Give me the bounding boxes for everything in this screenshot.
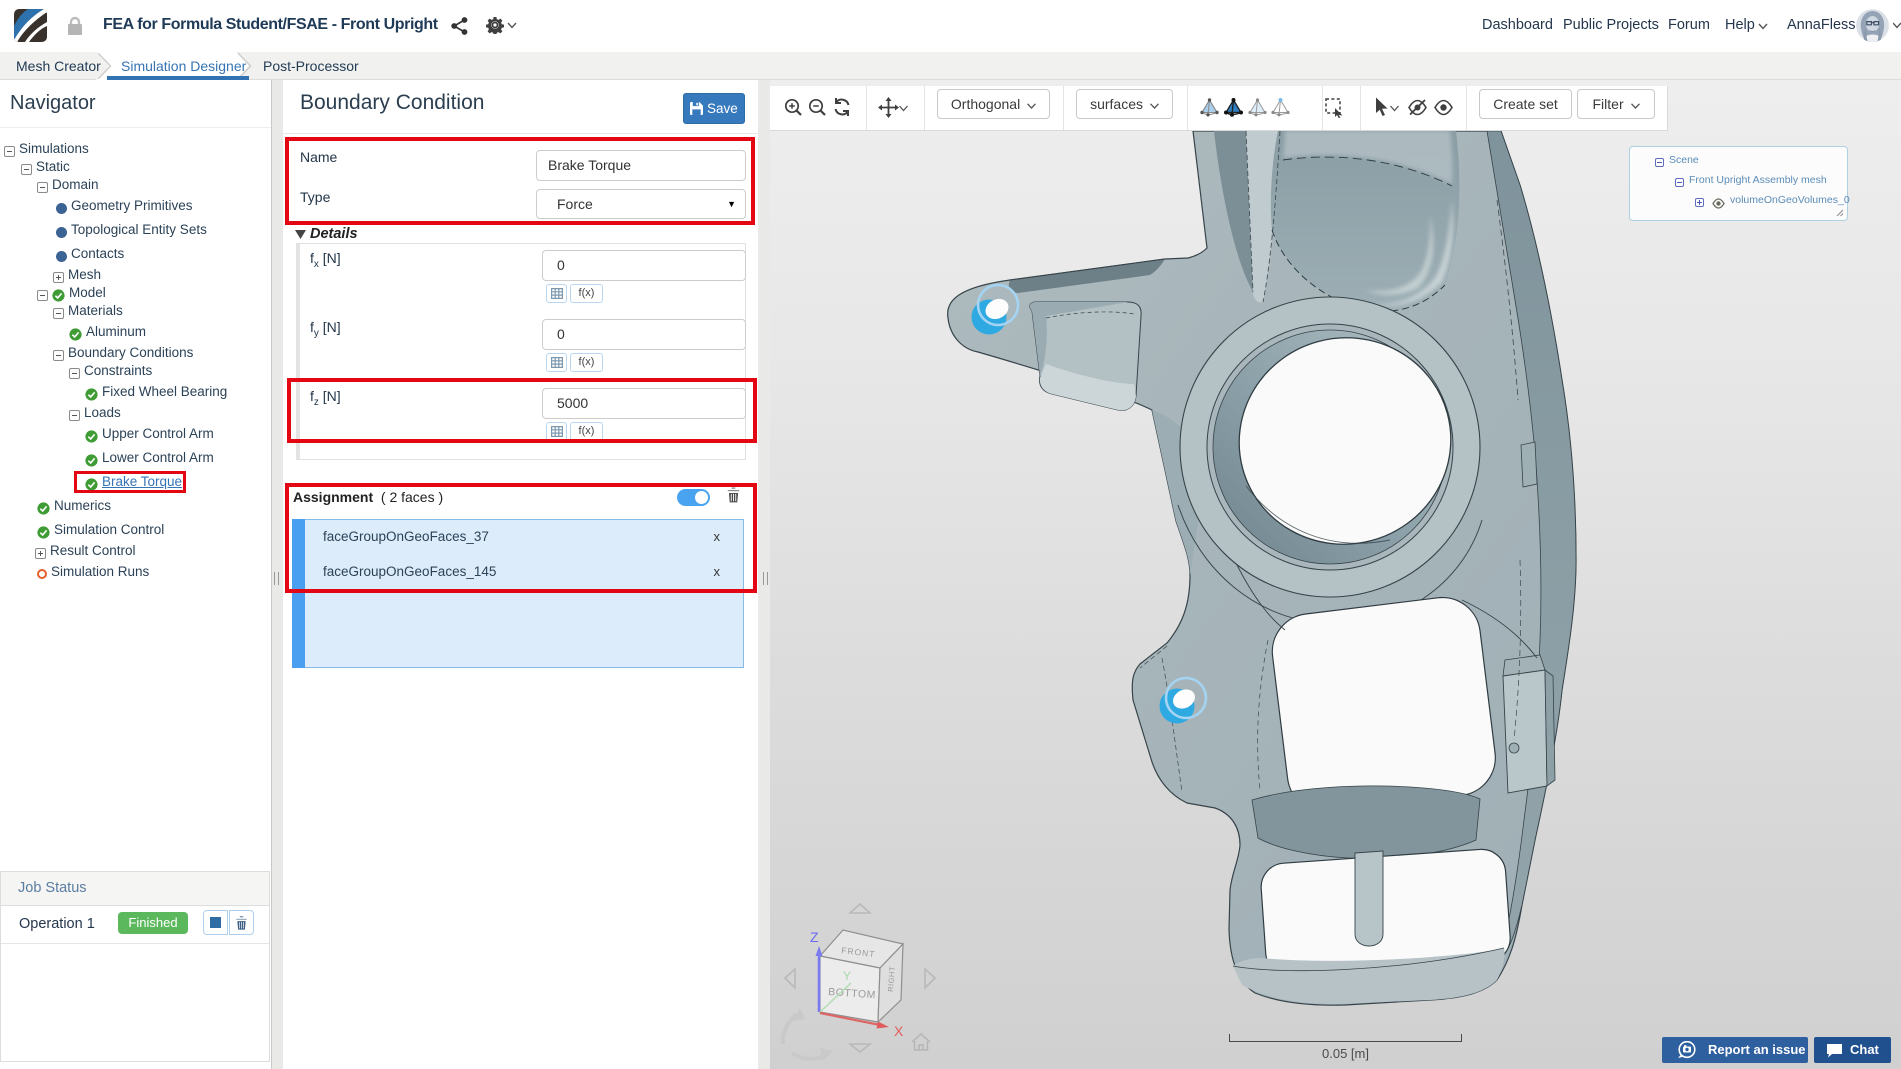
svg-text:RIGHT: RIGHT — [886, 966, 897, 992]
svg-text:X: X — [894, 1023, 904, 1039]
svg-text:Z: Z — [810, 929, 819, 945]
svg-text:Y: Y — [843, 969, 851, 983]
